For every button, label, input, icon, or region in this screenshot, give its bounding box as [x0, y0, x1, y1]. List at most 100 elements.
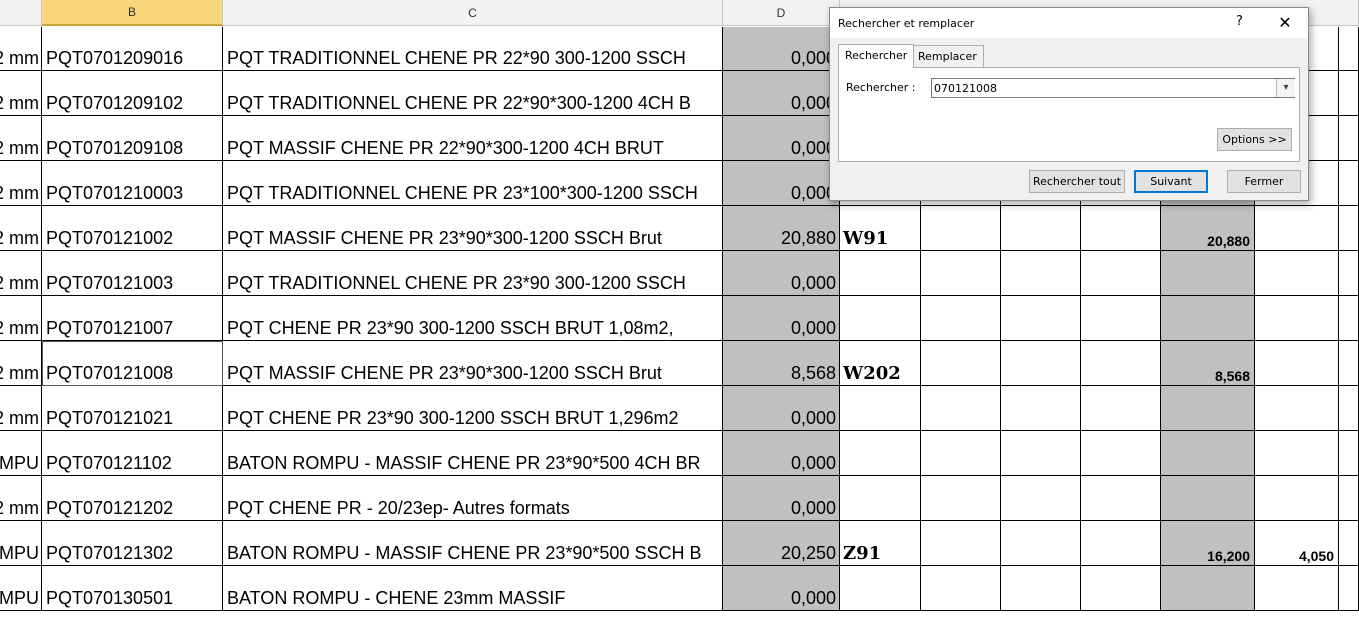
- cell-location[interactable]: W91: [840, 206, 921, 251]
- cell-a[interactable]: OMPU: [0, 566, 42, 611]
- find-all-button[interactable]: Rechercher tout: [1029, 170, 1125, 193]
- cell-description[interactable]: BATON ROMPU - CHENE 23mm MASSIF: [223, 566, 723, 611]
- cell-location[interactable]: [840, 476, 921, 521]
- cell-quantity[interactable]: 0,000: [723, 27, 840, 71]
- cell-code[interactable]: PQT0701210003: [42, 161, 223, 206]
- cell-k[interactable]: [1339, 521, 1359, 566]
- cell-quantity[interactable]: 8,568: [723, 341, 840, 386]
- cell-code[interactable]: PQT070121021: [42, 386, 223, 431]
- cell-quantity[interactable]: 0,000: [723, 116, 840, 161]
- tab-find[interactable]: Rechercher: [838, 44, 915, 68]
- cell-h[interactable]: [1081, 296, 1161, 341]
- cell-extra[interactable]: [1255, 386, 1339, 431]
- cell-description[interactable]: PQT MASSIF CHENE PR 23*90*300-1200 SSCH …: [223, 341, 723, 386]
- cell-code[interactable]: PQT070121202: [42, 476, 223, 521]
- cell-total[interactable]: 16,200: [1161, 521, 1255, 566]
- cell-g[interactable]: [1001, 296, 1081, 341]
- cell-location[interactable]: [840, 296, 921, 341]
- cell-total[interactable]: 20,880: [1161, 206, 1255, 251]
- column-header-b[interactable]: B: [42, 0, 223, 26]
- cell-h[interactable]: [1081, 476, 1161, 521]
- cell-quantity[interactable]: 0,000: [723, 386, 840, 431]
- cell-g[interactable]: [1001, 341, 1081, 386]
- cell-location[interactable]: [840, 431, 921, 476]
- cell-a[interactable]: OMPU: [0, 521, 42, 566]
- cell-g[interactable]: [1001, 476, 1081, 521]
- cell-a[interactable]: 2 mm: [0, 476, 42, 521]
- chevron-down-icon[interactable]: ▾: [1276, 79, 1295, 97]
- cell-quantity[interactable]: 0,000: [723, 161, 840, 206]
- cell-total[interactable]: [1161, 386, 1255, 431]
- cell-f[interactable]: [921, 521, 1001, 566]
- cell-h[interactable]: [1081, 431, 1161, 476]
- cell-extra[interactable]: [1255, 341, 1339, 386]
- cell-a[interactable]: 2 mm: [0, 116, 42, 161]
- cell-code[interactable]: PQT070121003: [42, 251, 223, 296]
- cell-f[interactable]: [921, 251, 1001, 296]
- cell-total[interactable]: [1161, 566, 1255, 611]
- cell-f[interactable]: [921, 206, 1001, 251]
- cell-extra[interactable]: 4,050: [1255, 521, 1339, 566]
- cell-k[interactable]: [1339, 27, 1359, 71]
- cell-extra[interactable]: [1255, 476, 1339, 521]
- close-button[interactable]: Fermer: [1227, 170, 1301, 193]
- cell-g[interactable]: [1001, 206, 1081, 251]
- cell-f[interactable]: [921, 341, 1001, 386]
- tab-replace[interactable]: Remplacer: [911, 45, 984, 67]
- cell-description[interactable]: PQT MASSIF CHENE PR 23*90*300-1200 SSCH …: [223, 206, 723, 251]
- cell-k[interactable]: [1339, 206, 1359, 251]
- cell-f[interactable]: [921, 566, 1001, 611]
- cell-h[interactable]: [1081, 341, 1161, 386]
- cell-a[interactable]: 2 mm: [0, 71, 42, 116]
- cell-k[interactable]: [1339, 386, 1359, 431]
- cell-description[interactable]: PQT CHENE PR 23*90 300-1200 SSCH BRUT 1,…: [223, 296, 723, 341]
- cell-g[interactable]: [1001, 431, 1081, 476]
- cell-a[interactable]: 2 mm: [0, 27, 42, 71]
- cell-description[interactable]: BATON ROMPU - MASSIF CHENE PR 23*90*500 …: [223, 521, 723, 566]
- column-header-a[interactable]: [0, 0, 42, 26]
- cell-location[interactable]: [840, 386, 921, 431]
- cell-extra[interactable]: [1255, 431, 1339, 476]
- cell-quantity[interactable]: 20,250: [723, 521, 840, 566]
- help-button[interactable]: ?: [1236, 14, 1243, 29]
- cell-k[interactable]: [1339, 476, 1359, 521]
- cell-code[interactable]: PQT0701209102: [42, 71, 223, 116]
- cell-total[interactable]: [1161, 296, 1255, 341]
- cell-quantity[interactable]: 0,000: [723, 71, 840, 116]
- cell-f[interactable]: [921, 386, 1001, 431]
- cell-f[interactable]: [921, 431, 1001, 476]
- cell-a[interactable]: 2 mm: [0, 206, 42, 251]
- cell-description[interactable]: PQT CHENE PR - 20/23ep- Autres formats: [223, 476, 723, 521]
- cell-description[interactable]: PQT TRADITIONNEL CHENE PR 23*90 300-1200…: [223, 251, 723, 296]
- cell-k[interactable]: [1339, 296, 1359, 341]
- cell-a[interactable]: 2 mm: [0, 161, 42, 206]
- cell-extra[interactable]: [1255, 251, 1339, 296]
- cell-total[interactable]: [1161, 251, 1255, 296]
- cell-extra[interactable]: [1255, 296, 1339, 341]
- cell-h[interactable]: [1081, 251, 1161, 296]
- cell-h[interactable]: [1081, 566, 1161, 611]
- cell-total[interactable]: 8,568: [1161, 341, 1255, 386]
- cell-code[interactable]: PQT070130501: [42, 566, 223, 611]
- close-icon[interactable]: ✕: [1272, 12, 1298, 34]
- active-cell[interactable]: PQT070121008: [42, 341, 223, 386]
- cell-k[interactable]: [1339, 341, 1359, 386]
- cell-a[interactable]: OMPU: [0, 431, 42, 476]
- cell-location[interactable]: Z91: [840, 521, 921, 566]
- cell-k[interactable]: [1339, 431, 1359, 476]
- cell-a[interactable]: 2 mm: [0, 341, 42, 386]
- cell-quantity[interactable]: 0,000: [723, 251, 840, 296]
- cell-g[interactable]: [1001, 251, 1081, 296]
- cell-location[interactable]: [840, 566, 921, 611]
- cell-h[interactable]: [1081, 521, 1161, 566]
- cell-quantity[interactable]: 0,000: [723, 476, 840, 521]
- cell-code[interactable]: PQT070121007: [42, 296, 223, 341]
- cell-description[interactable]: PQT MASSIF CHENE PR 22*90*300-1200 4CH B…: [223, 116, 723, 161]
- cell-code[interactable]: PQT0701209108: [42, 116, 223, 161]
- cell-code[interactable]: PQT0701209016: [42, 27, 223, 71]
- cell-location[interactable]: [840, 251, 921, 296]
- cell-extra[interactable]: [1255, 566, 1339, 611]
- find-input[interactable]: [931, 78, 1295, 98]
- cell-code[interactable]: PQT070121002: [42, 206, 223, 251]
- cell-extra[interactable]: [1255, 206, 1339, 251]
